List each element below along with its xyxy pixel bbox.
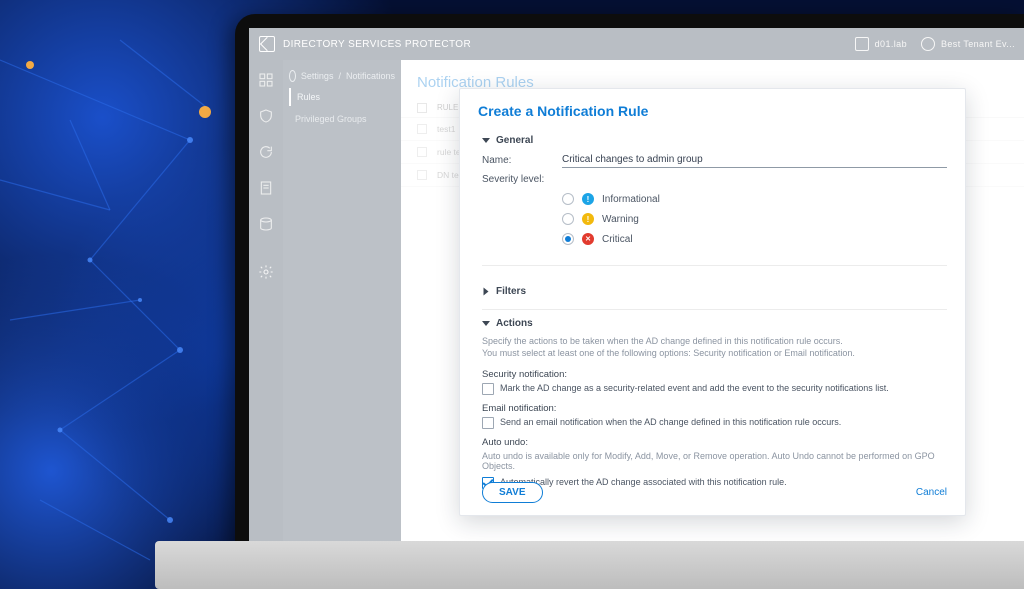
row-name: test1 [437,124,455,134]
security-notification-checkbox[interactable]: Mark the AD change as a security-related… [482,383,947,395]
chevron-down-icon [482,138,490,143]
top-app-bar: DIRECTORY SERVICES PROTECTOR d01.lab Bes… [249,28,1024,60]
app-title: DIRECTORY SERVICES PROTECTOR [283,39,471,50]
severity-option-label: Critical [602,234,633,245]
dialog-footer: SAVE Cancel [460,470,965,515]
save-button[interactable]: SAVE [482,482,543,503]
section-general: General Name: Critical changes to admin … [482,135,947,266]
name-input[interactable]: Critical changes to admin group [562,152,947,168]
database-icon[interactable] [258,216,274,232]
sidebar-item-privileged-groups[interactable]: Privileged Groups [289,110,395,128]
refresh-icon[interactable] [258,144,274,160]
gear-icon[interactable] [258,264,274,280]
directory-name: d01.lab [875,39,907,49]
name-label: Name: [482,155,562,166]
checkbox-label: Send an email notification when the AD c… [500,417,841,427]
tenant-icon [921,37,935,51]
info-icon [582,193,594,205]
actions-description: Specify the actions to be taken when the… [482,335,947,359]
directory-icon [855,37,869,51]
section-header-actions[interactable]: Actions [482,318,947,329]
section-label: General [496,135,533,146]
severity-option-label: Warning [602,214,639,225]
tenant-name: Best Tenant Ev... [941,39,1015,49]
severity-option-label: Informational [602,194,660,205]
severity-option-critical[interactable]: Critical [562,233,947,245]
warning-icon [582,213,594,225]
breadcrumb[interactable]: Settings/ Notifications [289,70,395,82]
breadcrumb-parent: Settings [301,71,334,81]
section-label: Actions [496,318,533,329]
left-nav-rail [249,60,283,541]
select-all-checkbox[interactable] [417,103,427,113]
breadcrumb-current: Notifications [346,71,395,81]
auto-undo-heading: Auto undo: [482,437,947,448]
row-checkbox[interactable] [417,124,427,134]
dashboard-icon[interactable] [258,72,274,88]
severity-label: Severity level: [482,174,562,185]
chevron-right-icon [484,288,489,296]
chevron-down-icon [482,321,490,326]
section-filters: Filters [482,274,947,310]
sidebar-item-rules[interactable]: Rules [289,88,395,106]
checkbox-label: Mark the AD change as a security-related… [500,383,889,393]
email-notification-checkbox[interactable]: Send an email notification when the AD c… [482,417,947,429]
severity-option-informational[interactable]: Informational [562,193,947,205]
create-notification-rule-dialog: Create a Notification Rule General Name:… [459,88,966,516]
row-checkbox[interactable] [417,147,427,157]
security-notification-heading: Security notification: [482,369,947,380]
settings-sidebar: Settings/ Notifications Rules Privileged… [283,60,401,541]
email-notification-heading: Email notification: [482,403,947,414]
app-logo-icon [259,36,275,52]
sidebar-item-label: Privileged Groups [295,114,367,124]
radio-button[interactable] [562,193,574,205]
document-icon[interactable] [258,180,274,196]
shield-icon[interactable] [258,108,274,124]
section-label: Filters [496,286,526,297]
tenant-chip[interactable]: Best Tenant Ev... [921,37,1015,51]
critical-icon [582,233,594,245]
auto-undo-note: Auto undo is available only for Modify, … [482,451,947,471]
checkbox-icon [482,417,494,429]
row-checkbox[interactable] [417,170,427,180]
section-actions: Actions Specify the actions to be taken … [482,318,947,489]
section-header-filters[interactable]: Filters [482,286,947,297]
radio-button[interactable] [562,213,574,225]
severity-option-warning[interactable]: Warning [562,213,947,225]
back-icon [289,70,296,82]
checkbox-icon [482,383,494,395]
app-screen: DIRECTORY SERVICES PROTECTOR d01.lab Bes… [249,28,1024,541]
laptop-frame: DIRECTORY SERVICES PROTECTOR d01.lab Bes… [235,14,1024,589]
radio-button[interactable] [562,233,574,245]
sidebar-item-label: Rules [297,92,320,102]
section-header-general[interactable]: General [482,135,947,146]
dialog-title: Create a Notification Rule [460,89,965,129]
directory-chip[interactable]: d01.lab [855,37,907,51]
cancel-button[interactable]: Cancel [916,487,947,498]
